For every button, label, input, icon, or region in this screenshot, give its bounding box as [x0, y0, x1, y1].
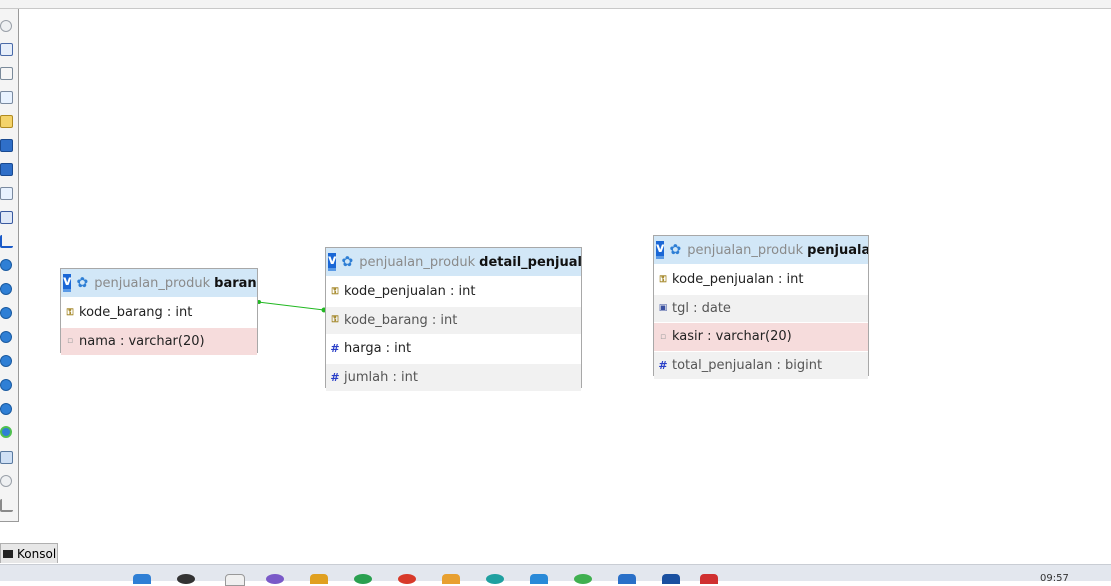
table-header[interactable]: v ✿ penjualan_produk penjualan — [654, 236, 868, 265]
key-icon: ⚿ — [66, 307, 74, 318]
small-big-icon[interactable] — [0, 331, 12, 343]
table-header[interactable]: v ✿ penjualan_produk detail_penjualan — [326, 248, 581, 277]
column-row[interactable]: ▫ kasir : varchar(20) — [654, 322, 868, 351]
column-row[interactable]: ⚿ kode_penjualan : int — [654, 265, 868, 294]
designer-toolbar — [0, 9, 19, 522]
fullscreen-icon[interactable] — [0, 43, 13, 56]
new-page-icon[interactable] — [0, 91, 13, 104]
column-label: jumlah : int — [344, 369, 418, 385]
folder-icon[interactable] — [310, 574, 328, 584]
column-label: kode_barang : int — [344, 312, 458, 328]
expand-icon[interactable] — [0, 475, 12, 487]
column-label: nama : varchar(20) — [79, 333, 205, 349]
collapse-icon[interactable] — [0, 20, 12, 32]
column-row[interactable]: ▣ tgl : date — [654, 293, 868, 322]
key-icon: ⚿ — [331, 286, 339, 297]
column-label: kode_barang : int — [79, 305, 193, 321]
table-barang[interactable]: v ✿ penjualan_produk barang ⚿ kode_baran… — [60, 268, 258, 355]
app-icon[interactable] — [354, 574, 372, 584]
column-label: kasir : varchar(20) — [672, 329, 792, 345]
toggle-grid-icon[interactable] — [0, 283, 12, 295]
app-icon[interactable] — [700, 574, 718, 584]
gear-icon[interactable]: ✿ — [341, 255, 353, 269]
nullable-icon: ▫ — [66, 336, 74, 347]
column-label: harga : int — [344, 341, 412, 357]
app-icon[interactable] — [574, 574, 592, 584]
toggle-relations-icon[interactable] — [0, 355, 12, 367]
key-icon: ⚿ — [331, 315, 339, 326]
directory-icon[interactable] — [0, 451, 13, 464]
app-icon[interactable] — [530, 574, 548, 584]
column-row[interactable]: # jumlah : int — [326, 362, 581, 391]
column-row[interactable]: # harga : int — [326, 334, 581, 363]
console-tab[interactable]: Konsol — [0, 543, 58, 563]
table-detail-penjualan[interactable]: v ✿ penjualan_produk detail_penjualan ⚿ … — [325, 247, 582, 391]
app-icon[interactable] — [398, 574, 416, 584]
move-menu-icon[interactable] — [0, 403, 12, 415]
save-icon[interactable] — [0, 139, 13, 152]
console-icon — [3, 549, 13, 558]
column-label: total_penjualan : bigint — [672, 357, 823, 373]
app-icon[interactable] — [266, 574, 284, 584]
angular-links-icon[interactable] — [0, 259, 12, 271]
toggle-columns-button[interactable]: v — [63, 274, 72, 292]
nullable-icon: ▫ — [659, 331, 667, 342]
app-icon[interactable] — [618, 574, 636, 584]
edit-page-icon[interactable] — [0, 115, 13, 128]
start-icon[interactable] — [133, 574, 151, 584]
console-label: Konsol — [17, 546, 57, 561]
pin-text-icon[interactable] — [0, 426, 12, 438]
database-name: penjualan_produk — [687, 242, 804, 258]
column-row[interactable]: ⚿ kode_penjualan : int — [326, 277, 581, 306]
database-name: penjualan_produk — [94, 275, 211, 291]
save-as-icon[interactable] — [0, 163, 13, 176]
export-icon[interactable] — [0, 379, 12, 391]
help-icon[interactable] — [0, 307, 12, 319]
window-top-bar — [0, 0, 1111, 9]
table-penjualan[interactable]: v ✿ penjualan_produk penjualan ⚿ kode_pe… — [653, 235, 869, 379]
table-name: detail_penjualan — [479, 254, 581, 270]
search-icon[interactable] — [177, 574, 195, 584]
column-row[interactable]: # total_penjualan : bigint — [654, 350, 868, 379]
column-row[interactable]: ⚿ kode_barang : int — [326, 305, 581, 334]
hash-icon: # — [330, 342, 340, 356]
app-icon[interactable] — [486, 574, 504, 584]
gear-icon[interactable]: ✿ — [76, 276, 88, 290]
column-row[interactable]: ▫ nama : varchar(20) — [61, 326, 257, 355]
delete-page-icon[interactable] — [0, 187, 13, 200]
column-label: kode_penjualan : int — [672, 272, 804, 288]
task-view-icon[interactable] — [225, 574, 245, 586]
toggle-columns-button[interactable]: v — [656, 241, 665, 259]
table-list-icon[interactable] — [0, 211, 13, 224]
column-row[interactable]: ⚿ kode_barang : int — [61, 298, 257, 327]
table-name: penjualan — [807, 242, 868, 258]
toggle-columns-button[interactable]: v — [328, 253, 337, 271]
table-header[interactable]: v ✿ penjualan_produk barang — [61, 269, 257, 298]
app-icon[interactable] — [662, 574, 680, 584]
relation-icon[interactable] — [0, 235, 13, 248]
taskbar: 09:57 — [0, 564, 1111, 586]
column-label: tgl : date — [672, 300, 731, 316]
anchor-icon[interactable] — [0, 499, 13, 512]
clock: 09:57 — [1040, 573, 1069, 584]
hash-icon: # — [658, 358, 668, 372]
table-name: barang — [214, 275, 257, 291]
column-label: kode_penjualan : int — [344, 284, 476, 300]
relation-line — [257, 301, 325, 311]
app-icon[interactable] — [442, 574, 460, 584]
date-icon: ▣ — [658, 303, 668, 314]
key-icon: ⚿ — [659, 274, 667, 285]
add-table-icon[interactable] — [0, 67, 13, 80]
gear-icon[interactable]: ✿ — [669, 243, 681, 257]
database-name: penjualan_produk — [359, 254, 476, 270]
hash-icon: # — [330, 370, 340, 384]
